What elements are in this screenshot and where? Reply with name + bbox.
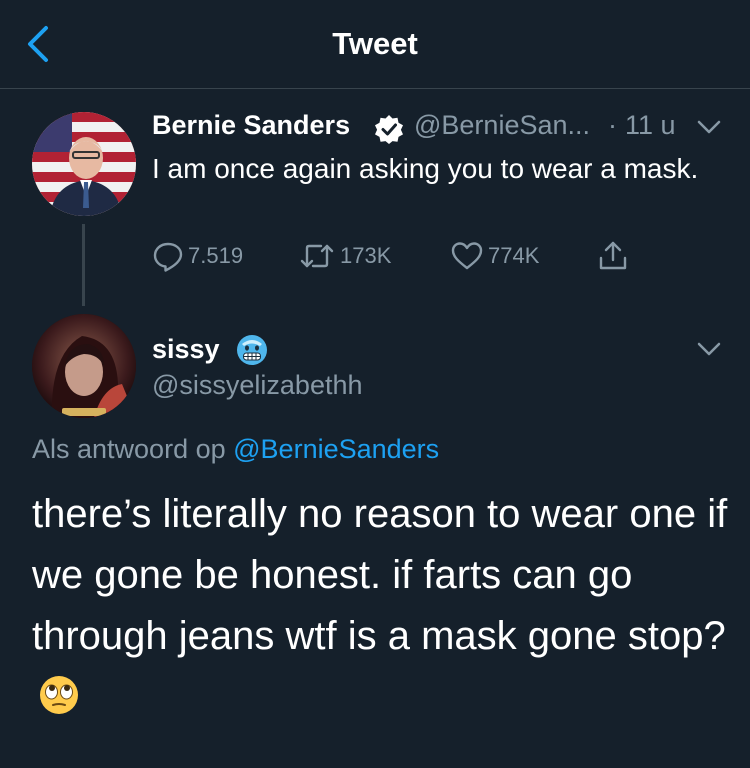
heart-icon	[451, 242, 483, 270]
sissy-avatar[interactable]	[32, 314, 136, 418]
retweet-button[interactable]: 173K	[298, 236, 391, 276]
replying-prefix: Als antwoord op	[32, 434, 226, 464]
face-with-rolling-eyes-emoji-icon	[40, 676, 78, 715]
bernie-avatar[interactable]	[32, 112, 136, 216]
reply-text-block: there’s literally no reason to wear one …	[32, 484, 732, 728]
bernie-avatar-image	[32, 112, 136, 216]
time-separator: ·	[608, 110, 617, 140]
reply-count: 7.519	[188, 243, 244, 268]
top-bar: Tweet	[0, 0, 750, 89]
share-icon	[599, 241, 627, 270]
author-handle: @BernieSan...	[414, 110, 591, 140]
share-button[interactable]	[596, 236, 634, 276]
like-count: 774K	[488, 243, 540, 268]
replying-to-line: Als antwoord op @BernieSanders	[32, 434, 439, 465]
thread-connector	[82, 224, 85, 306]
retweet-icon	[300, 244, 334, 268]
replying-to-mention[interactable]: @BernieSanders	[233, 434, 439, 464]
cold-face-emoji-icon	[237, 335, 267, 365]
chevron-down-icon[interactable]	[696, 340, 722, 358]
like-button[interactable]: 774K	[450, 236, 539, 276]
reply-text: there’s literally no reason to wear one …	[32, 492, 728, 658]
reply-author-name[interactable]: sissy	[152, 334, 220, 365]
page-title: Tweet	[332, 26, 418, 61]
reply-button[interactable]: 7.519	[152, 236, 243, 276]
chevron-down-icon[interactable]	[696, 118, 722, 136]
retweet-count: 173K	[340, 243, 392, 268]
author-name[interactable]: Bernie Sanders	[152, 110, 350, 141]
tweet-text: I am once again asking you to wear a mas…	[152, 153, 699, 184]
reply-author-handle: @sissyelizabethh	[152, 370, 363, 400]
sissy-avatar-image	[32, 314, 136, 418]
verified-badge-icon	[375, 115, 403, 144]
reply-icon	[153, 242, 183, 272]
tweet-time: 11 u	[625, 110, 676, 140]
